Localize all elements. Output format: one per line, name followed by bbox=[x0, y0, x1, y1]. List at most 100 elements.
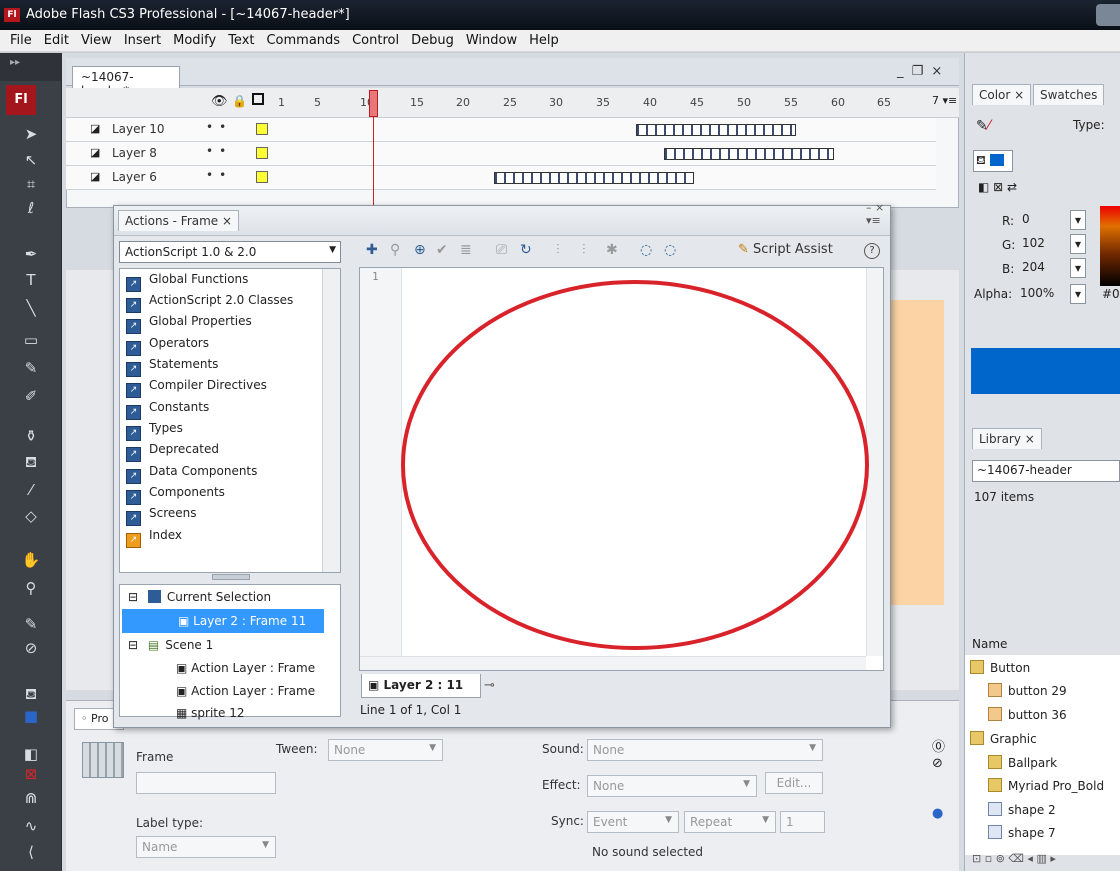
debug-options-icon[interactable]: ↻ bbox=[520, 242, 532, 258]
help-icon[interactable]: ? bbox=[864, 243, 880, 259]
find-icon[interactable]: ⚲ bbox=[390, 242, 400, 258]
g-value[interactable]: 102 bbox=[1018, 234, 1068, 254]
menu-view[interactable]: View bbox=[75, 33, 118, 48]
edit-in-place-icon[interactable]: ⊘ bbox=[932, 756, 943, 771]
layer-outline-color[interactable] bbox=[256, 147, 268, 159]
lasso-tool-icon[interactable]: ℓ bbox=[20, 197, 42, 219]
check-syntax-icon[interactable]: ✔ bbox=[436, 242, 448, 258]
snap-to-objects-icon[interactable]: ⋒ bbox=[20, 787, 42, 809]
zoom-tool-icon[interactable]: ⚲ bbox=[20, 577, 42, 599]
effect-select[interactable]: None ▼ bbox=[587, 775, 757, 797]
timeline-menu-icon[interactable]: 7 ▾≡ bbox=[932, 94, 957, 107]
pen-tool-icon[interactable]: ✒ bbox=[20, 243, 42, 265]
menu-window[interactable]: Window bbox=[460, 33, 523, 48]
fill-color-icon[interactable]: ■ bbox=[20, 705, 42, 727]
alpha-stepper[interactable]: ▾ bbox=[1070, 284, 1086, 304]
fill-color-swatch[interactable]: ⛾ bbox=[973, 150, 1013, 172]
toolbox-item[interactable]: ↗ Statements bbox=[126, 357, 218, 377]
hand-tool-icon[interactable]: ✋ bbox=[20, 549, 42, 571]
window-control-corner[interactable] bbox=[1096, 4, 1120, 26]
pencil-tool-icon[interactable]: ✎ bbox=[20, 357, 42, 379]
eyedropper-tool-icon[interactable]: ⁄ bbox=[20, 479, 42, 501]
keyframe-span[interactable] bbox=[636, 124, 796, 136]
alpha-value[interactable]: 100% bbox=[1016, 284, 1070, 304]
menu-commands[interactable]: Commands bbox=[260, 33, 346, 48]
toolbox-item[interactable]: ↗ Compiler Directives bbox=[126, 378, 267, 398]
nav-item[interactable]: ▣ Action Layer : Frame bbox=[176, 657, 315, 679]
repeat-select[interactable]: Repeat ▼ bbox=[684, 811, 776, 833]
actionscript-version-select[interactable]: ActionScript 1.0 & 2.0 ▼ bbox=[119, 241, 341, 263]
library-footer-icons[interactable]: ⊡ ▫ ⊚ ⌫ ◂ ▥ ▸ bbox=[972, 852, 1056, 865]
stroke-color-icon[interactable]: ✎⁄ bbox=[976, 118, 990, 134]
toolbox-item[interactable]: ↗ Constants bbox=[126, 400, 209, 420]
nav-current-selection[interactable]: ⊟ Current Selection bbox=[128, 586, 271, 608]
no-color-icon[interactable]: ⊘ bbox=[20, 637, 42, 659]
ink-bottle-tool-icon[interactable]: ⚱ bbox=[20, 425, 42, 447]
toolbox-item[interactable]: ↗ Data Components bbox=[126, 464, 257, 484]
menu-text[interactable]: Text bbox=[222, 33, 260, 48]
toolbox-item[interactable]: ↗ Index bbox=[126, 528, 182, 548]
toolbox-item[interactable]: ↗ Global Functions bbox=[126, 272, 248, 292]
document-window-controls[interactable]: _ ❐ × bbox=[897, 64, 944, 79]
rectangle-tool-icon[interactable]: ▭ bbox=[20, 329, 42, 351]
nav-selected-frame[interactable]: ▣ Layer 2 : Frame 11 bbox=[178, 610, 306, 632]
pin-script-icon[interactable]: ⊸ bbox=[484, 678, 495, 693]
eye-icon[interactable]: 👁 bbox=[211, 94, 228, 109]
sync-select[interactable]: Event ▼ bbox=[587, 811, 679, 833]
stage-canvas[interactable] bbox=[884, 300, 944, 605]
keyframe-span[interactable] bbox=[494, 172, 694, 184]
toolbox-item[interactable]: ↗ Global Properties bbox=[126, 314, 252, 334]
toolbox-item[interactable]: ↗ Deprecated bbox=[126, 442, 219, 462]
r-value[interactable]: 0 bbox=[1018, 210, 1068, 230]
script-horizontal-scrollbar[interactable] bbox=[360, 656, 866, 670]
layer-visibility-dots[interactable]: •• bbox=[206, 144, 232, 158]
collapse-selection-icon[interactable]: ⫶ bbox=[582, 242, 586, 258]
frame-name-input[interactable] bbox=[136, 772, 276, 794]
apply-line-comment-icon[interactable]: ◌ bbox=[664, 242, 676, 258]
hex-value[interactable]: #0 bbox=[1102, 287, 1120, 301]
nav-scene[interactable]: ⊟ ▤ Scene 1 bbox=[128, 634, 213, 656]
repeat-count-input[interactable]: 1 bbox=[780, 811, 825, 833]
layer-outline-color[interactable] bbox=[256, 171, 268, 183]
library-item[interactable]: shape 7 bbox=[988, 822, 1056, 844]
layer-visibility-dots[interactable]: •• bbox=[206, 120, 232, 134]
free-transform-tool-icon[interactable]: ⌗ bbox=[20, 173, 42, 195]
library-item[interactable]: button 36 bbox=[988, 704, 1067, 726]
menu-control[interactable]: Control bbox=[346, 33, 405, 48]
toolbox-item[interactable]: ↗ Types bbox=[126, 421, 183, 441]
library-tab[interactable]: Library × bbox=[972, 428, 1042, 449]
accessibility-icon[interactable]: ● bbox=[932, 806, 943, 821]
toolbox-navigator-splitter[interactable] bbox=[212, 574, 250, 580]
tween-select[interactable]: None ▼ bbox=[328, 739, 443, 761]
nav-item[interactable]: ▦ sprite 12 bbox=[176, 702, 244, 724]
eraser-tool-icon[interactable]: ◇ bbox=[20, 505, 42, 527]
g-stepper[interactable]: ▾ bbox=[1070, 234, 1086, 254]
black-white-icon[interactable]: ◧ bbox=[20, 743, 42, 765]
menu-file[interactable]: File bbox=[4, 33, 38, 48]
menu-insert[interactable]: Insert bbox=[118, 33, 167, 48]
actions-panel-controls[interactable]: – × ▾≡ bbox=[866, 201, 884, 227]
auto-format-icon[interactable]: ≣ bbox=[460, 242, 472, 258]
actions-panel-tab[interactable]: Actions - Frame × bbox=[118, 210, 240, 231]
swatches-tab[interactable]: Swatches bbox=[1033, 84, 1105, 105]
library-document-select[interactable]: ~14067-header bbox=[972, 460, 1120, 482]
r-stepper[interactable]: ▾ bbox=[1070, 210, 1086, 230]
toolbox-item[interactable]: ↗ Screens bbox=[126, 506, 197, 526]
sound-select[interactable]: None ▼ bbox=[587, 739, 823, 761]
toolbox-item[interactable]: ↗ ActionScript 2.0 Classes bbox=[126, 293, 293, 313]
add-statement-icon[interactable]: ✚ bbox=[366, 242, 378, 258]
script-assist-button[interactable]: ✎ Script Assist bbox=[738, 242, 833, 257]
nav-item[interactable]: ▣ Action Layer : Frame bbox=[176, 680, 315, 702]
library-item[interactable]: Button bbox=[970, 657, 1030, 679]
playhead[interactable] bbox=[369, 90, 378, 117]
line-tool-icon[interactable]: ╲ bbox=[20, 297, 42, 319]
straighten-icon[interactable]: ⟨ bbox=[20, 841, 42, 863]
library-item[interactable]: Myriad Pro_Bold bbox=[988, 775, 1104, 797]
menu-help[interactable]: Help bbox=[523, 33, 565, 48]
help-icon[interactable]: ⓪ bbox=[932, 736, 945, 755]
library-item[interactable]: Graphic bbox=[970, 728, 1037, 750]
timeline-layer-row[interactable]: ◪ Layer 6 •• bbox=[66, 166, 936, 190]
layer-outline-color[interactable] bbox=[256, 123, 268, 135]
script-tab[interactable]: ▣ Layer 2 : 11 bbox=[361, 674, 481, 698]
color-spectrum[interactable] bbox=[1100, 206, 1120, 286]
